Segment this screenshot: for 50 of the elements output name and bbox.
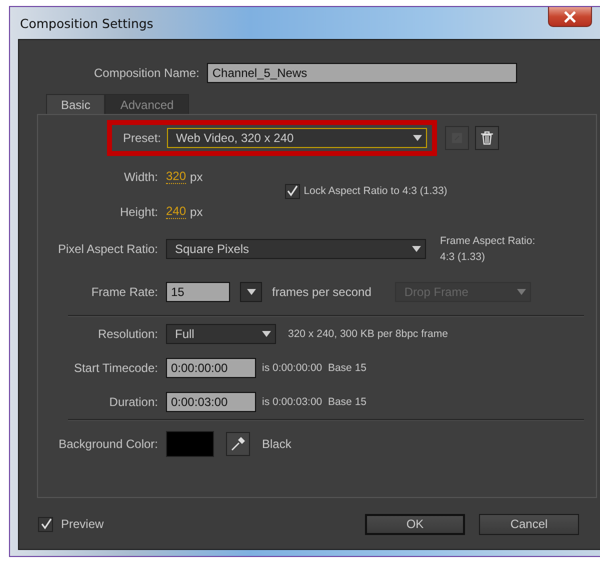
lock-aspect-label: Lock Aspect Ratio to 4:3 (1.33) [304, 185, 448, 197]
resolution-dropdown[interactable]: Full [166, 324, 276, 344]
width-label: Width: [122, 170, 159, 184]
caret-icon [412, 246, 421, 252]
frame-aspect-label: Frame Aspect Ratio: [440, 235, 536, 247]
start-timecode-info: is 0:00:00:00 Base 15 [262, 362, 366, 374]
caret-icon [246, 289, 256, 295]
frame-rate-label: Frame Rate: [90, 285, 159, 299]
lock-aspect-checkbox[interactable] [284, 184, 300, 198]
trash-icon [481, 131, 494, 145]
pixel-aspect-label: Pixel Aspect Ratio: [56, 242, 159, 256]
resolution-label: Resolution: [96, 327, 159, 341]
ok-button[interactable]: OK [365, 514, 465, 534]
frame-rate-dropdown-button[interactable] [240, 282, 262, 302]
start-timecode-label: Start Timecode: [72, 361, 159, 375]
start-timecode-field[interactable]: 0:00:00:00 [166, 358, 256, 378]
pixel-aspect-dropdown[interactable]: Square Pixels [166, 239, 426, 259]
preview-checkbox[interactable] [38, 516, 53, 532]
color-swatch[interactable] [166, 431, 214, 457]
frame-rate-unit: frames per second [272, 285, 372, 299]
cancel-button[interactable]: Cancel [479, 514, 579, 534]
height-label: Height: [118, 204, 159, 218]
duration-info: is 0:00:03:00 Base 15 [262, 396, 366, 408]
duration-label: Duration: [108, 395, 159, 409]
window-title: Composition Settings [19, 16, 154, 30]
preset-label: Preset: [122, 131, 162, 145]
eyedropper-button[interactable] [226, 432, 250, 456]
frame-aspect-value: 4:3 (1.33) [440, 251, 486, 263]
preset-dropdown[interactable]: Web Video, 320 x 240 [167, 128, 428, 148]
frame-rate-field[interactable]: 15 [166, 282, 230, 302]
resolution-info: 320 x 240, 300 KB per 8bpc frame [288, 328, 448, 340]
height-unit: px [190, 204, 203, 218]
close-icon [563, 10, 577, 22]
eyedropper-icon [230, 436, 246, 452]
composition-name-label: Composition Name: [94, 66, 200, 80]
tab[interactable]: Advanced [105, 94, 189, 114]
tab[interactable]: Basic [46, 94, 106, 114]
caret-icon [517, 289, 526, 295]
width-value[interactable]: 320 [166, 169, 186, 184]
close-button[interactable] [548, 7, 592, 27]
caret-icon [413, 135, 422, 141]
caret-icon [262, 331, 271, 337]
duration-field[interactable]: 0:00:03:00 [166, 392, 256, 412]
color-name: Black [262, 437, 292, 451]
background-color-label: Background Color: [58, 437, 159, 451]
height-value[interactable]: 240 [166, 204, 186, 219]
preview-label: Preview [61, 517, 104, 531]
width-unit: px [190, 170, 203, 184]
composition-name-field[interactable]: Channel_5_News [207, 63, 518, 83]
delete-preset-button[interactable] [475, 126, 500, 150]
